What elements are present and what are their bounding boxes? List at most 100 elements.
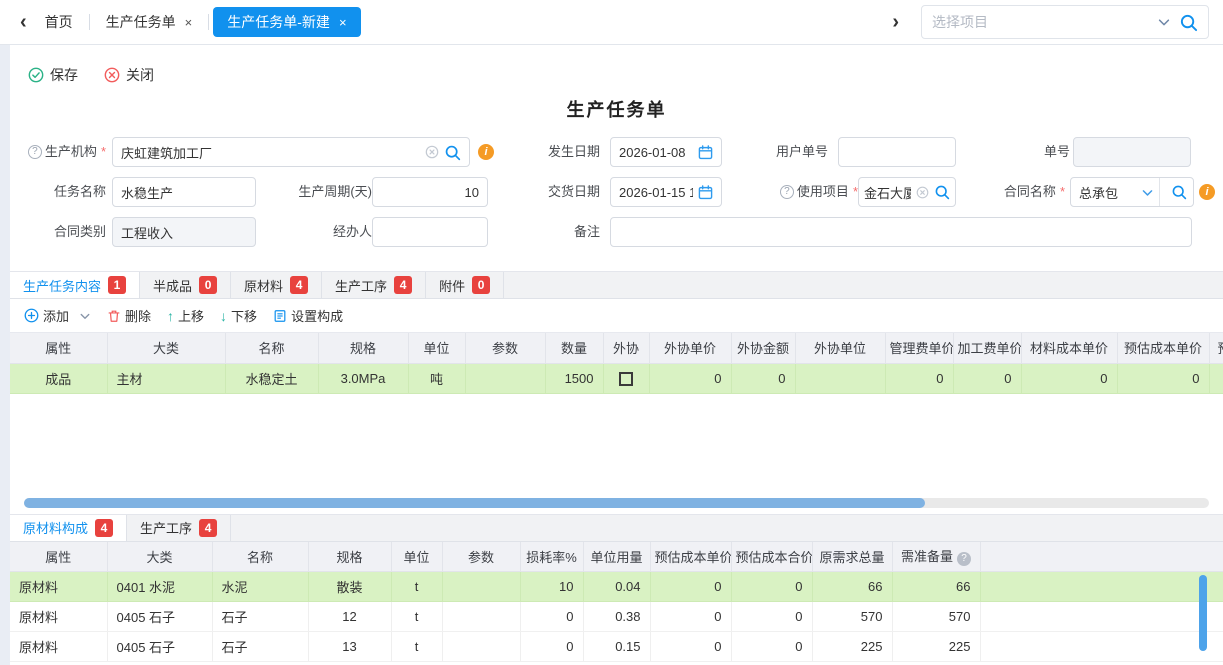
column-header[interactable]: 加工费单价 <box>953 333 1021 363</box>
column-header[interactable]: 材料成本单价 <box>1021 333 1117 363</box>
vertical-scrollbar-thumb[interactable] <box>1199 575 1207 651</box>
table-cell[interactable]: 66 <box>812 572 892 602</box>
tab-production-process[interactable]: 生产工序 4 <box>322 272 426 298</box>
project-select[interactable] <box>921 5 1209 39</box>
production-cycle-input[interactable] <box>372 177 488 207</box>
table-cell[interactable]: 0 <box>650 602 731 632</box>
table-row[interactable]: 原材料0405 石子石子12t00.3800570570 <box>10 602 1223 632</box>
table-cell[interactable]: 0 <box>650 572 731 602</box>
table-cell[interactable]: 0 <box>1021 363 1117 393</box>
tabs-scroll-left-icon[interactable]: ‹ <box>14 12 33 32</box>
issue-date-field[interactable]: 2026-01-08 <box>610 137 722 167</box>
column-header[interactable]: 需准备量? <box>892 542 980 572</box>
table-cell[interactable]: 原材料 <box>10 632 107 662</box>
column-header[interactable]: 管理费单价 <box>885 333 953 363</box>
production-org-field[interactable]: 庆虹建筑加工厂 <box>112 137 470 167</box>
table-cell[interactable] <box>1209 363 1223 393</box>
table-cell[interactable]: 成品 <box>10 363 107 393</box>
close-tab-icon[interactable]: × <box>185 15 193 30</box>
table-cell[interactable]: 0 <box>731 572 812 602</box>
column-header[interactable]: 原需求总量 <box>812 542 892 572</box>
column-header[interactable]: 大类 <box>107 333 225 363</box>
column-header[interactable]: 名称 <box>212 542 308 572</box>
horizontal-scrollbar[interactable] <box>24 498 1209 508</box>
table-cell[interactable] <box>442 632 520 662</box>
table-row[interactable]: 原材料0401 水泥水泥散装t100.04006666 <box>10 572 1223 602</box>
column-header[interactable]: 外协单价 <box>649 333 731 363</box>
help-icon[interactable] <box>780 185 794 199</box>
delivery-date-field[interactable]: 2026-01-15 1 <box>610 177 722 207</box>
search-icon[interactable] <box>1165 184 1193 200</box>
table-cell[interactable]: 0.04 <box>583 572 650 602</box>
column-header[interactable]: 规格 <box>318 333 408 363</box>
nav-tab-home[interactable]: 首页 <box>33 7 85 37</box>
table-cell[interactable]: 0 <box>885 363 953 393</box>
table-cell[interactable]: 1500 <box>545 363 603 393</box>
column-header[interactable]: 规格 <box>308 542 391 572</box>
table-cell[interactable]: 0 <box>731 602 812 632</box>
handler-input[interactable] <box>372 217 488 247</box>
table-row[interactable]: 原材料0405 石子石子13t00.1500225225 <box>10 632 1223 662</box>
table-cell[interactable]: 0 <box>649 363 731 393</box>
column-header[interactable]: 属性 <box>10 542 107 572</box>
table-cell[interactable]: 0405 石子 <box>107 632 212 662</box>
table-cell[interactable]: 3.0MPa <box>318 363 408 393</box>
table-cell[interactable]: 石子 <box>212 602 308 632</box>
column-header[interactable]: 预估成本合价 <box>731 542 812 572</box>
tab-attachments[interactable]: 附件 0 <box>426 272 504 298</box>
table-cell[interactable]: 0 <box>731 363 795 393</box>
delete-row-button[interactable]: 删除 <box>107 306 151 325</box>
column-header[interactable]: 单位 <box>408 333 465 363</box>
column-header[interactable]: 数量 <box>545 333 603 363</box>
table-cell[interactable]: 0 <box>731 632 812 662</box>
table-cell[interactable]: 66 <box>892 572 980 602</box>
table-cell[interactable]: 225 <box>812 632 892 662</box>
table-cell[interactable]: 225 <box>892 632 980 662</box>
close-button[interactable]: 关闭 <box>104 65 154 85</box>
column-header[interactable]: 属性 <box>10 333 107 363</box>
table-cell[interactable]: 石子 <box>212 632 308 662</box>
table-cell[interactable]: 570 <box>892 602 980 632</box>
tab-raw-material-composition[interactable]: 原材料构成 4 <box>10 515 127 541</box>
chevron-down-icon[interactable] <box>1141 186 1154 199</box>
table-cell[interactable]: 主材 <box>107 363 225 393</box>
column-header[interactable]: 单位用量 <box>583 542 650 572</box>
column-header[interactable]: 大类 <box>107 542 212 572</box>
table-cell[interactable] <box>442 602 520 632</box>
use-project-field[interactable]: 金石大厦三 <box>858 177 956 207</box>
column-header[interactable]: 预估成本单价 <box>1117 333 1209 363</box>
table-cell[interactable]: 0401 水泥 <box>107 572 212 602</box>
tab-raw-materials[interactable]: 原材料 4 <box>231 272 322 298</box>
column-header[interactable]: 名称 <box>225 333 318 363</box>
table-cell[interactable]: 0405 石子 <box>107 602 212 632</box>
clear-icon[interactable] <box>916 186 929 199</box>
chevron-down-icon[interactable] <box>79 310 91 322</box>
table-cell[interactable]: 570 <box>812 602 892 632</box>
table-row[interactable]: 成品主材水稳定土3.0MPa吨1500000000 <box>10 363 1223 393</box>
add-row-button[interactable]: 添加 <box>24 306 91 325</box>
table-cell[interactable] <box>442 572 520 602</box>
table-cell[interactable]: 散装 <box>308 572 391 602</box>
save-button[interactable]: 保存 <box>28 65 78 85</box>
column-header[interactable]: 外协单位 <box>795 333 885 363</box>
help-icon[interactable] <box>28 145 42 159</box>
table-cell[interactable]: 吨 <box>408 363 465 393</box>
column-header[interactable]: 单位 <box>391 542 442 572</box>
tabs-scroll-right-icon[interactable]: › <box>886 12 905 32</box>
outsource-checkbox[interactable] <box>619 372 633 386</box>
table-cell[interactable]: 0 <box>953 363 1021 393</box>
table-cell[interactable] <box>795 363 885 393</box>
table-cell[interactable]: 0 <box>1117 363 1209 393</box>
column-header[interactable]: 预估成本单价 <box>650 542 731 572</box>
column-header[interactable]: 参数 <box>465 333 545 363</box>
chevron-down-icon[interactable] <box>1157 15 1171 29</box>
search-icon[interactable] <box>444 144 461 161</box>
tab-production-task-content[interactable]: 生产任务内容 1 <box>10 272 140 298</box>
set-composition-button[interactable]: 设置构成 <box>273 306 343 325</box>
table-cell[interactable]: 原材料 <box>10 572 107 602</box>
table-cell[interactable]: 0 <box>520 602 583 632</box>
tab-semi-finished[interactable]: 半成品 0 <box>140 272 231 298</box>
table-cell[interactable] <box>603 363 649 393</box>
table-cell[interactable]: 10 <box>520 572 583 602</box>
move-up-button[interactable]: ↑ 上移 <box>167 306 204 325</box>
